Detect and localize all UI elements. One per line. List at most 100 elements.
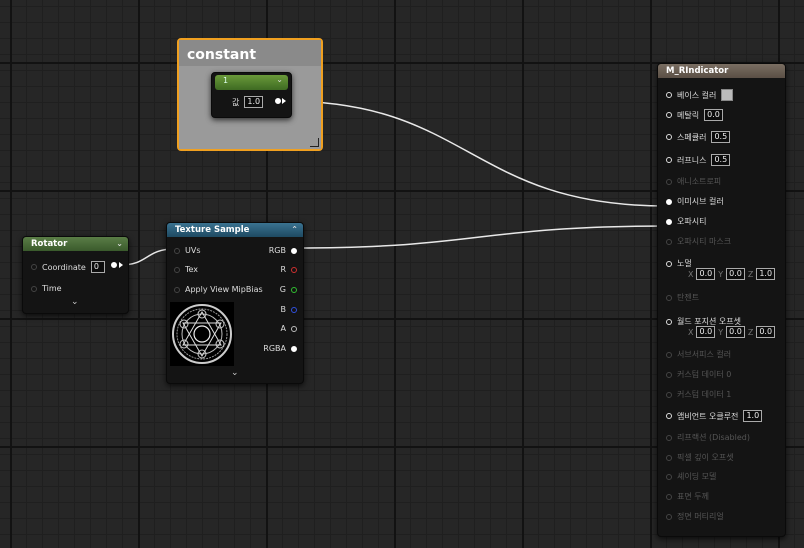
material-pin-label: 베이스 컬러 [677, 90, 717, 100]
material-pin-label: 메탈릭 [677, 110, 700, 120]
rgba-output-pin[interactable] [291, 345, 297, 352]
r-output-pin[interactable] [291, 266, 297, 273]
material-input-pin[interactable] [666, 260, 672, 267]
constant-node[interactable]: 1 ⌄ 값 1.0 [211, 72, 292, 118]
time-input-pin[interactable] [31, 285, 37, 292]
material-input-pin[interactable] [666, 513, 672, 520]
magic-circle-icon [172, 304, 232, 364]
g-output-pin[interactable] [291, 286, 297, 293]
vector-component-field[interactable]: 0.0 [696, 326, 716, 338]
material-result-title: M_RIndicator [666, 66, 729, 76]
material-pin-label: 이미시브 컬러 [677, 197, 724, 206]
material-pin-label: 스페큘러 [677, 132, 707, 142]
vector-component-field[interactable]: 0.0 [726, 268, 745, 280]
material-pin-row[interactable]: 커스텀 데이터 0 [666, 369, 731, 380]
comment-resize-handle[interactable] [310, 138, 319, 147]
material-pin-row[interactable]: 정면 머티리얼 [666, 511, 724, 522]
material-input-pin[interactable] [666, 391, 672, 398]
vector-component-field[interactable]: 0.0 [696, 268, 716, 280]
constant-value-field[interactable]: 1.0 [244, 96, 264, 108]
material-pin-value-field[interactable]: 0.0 [704, 109, 723, 121]
uvs-input-pin[interactable] [174, 247, 180, 254]
comment-title[interactable]: constant [179, 40, 321, 66]
material-pin-row[interactable]: 리프랙션 (Disabled) [666, 432, 750, 443]
material-input-pin[interactable] [666, 493, 672, 500]
material-pin-row[interactable]: 표면 두께 [666, 491, 709, 502]
material-input-pin[interactable] [666, 318, 672, 325]
chevron-down-icon[interactable]: ⌄ [116, 237, 123, 251]
rotator-output-pin[interactable] [111, 262, 117, 268]
material-input-pin[interactable] [666, 294, 672, 301]
base-color-swatch[interactable] [721, 89, 734, 101]
material-input-pin[interactable] [666, 454, 672, 461]
material-pin-value-field[interactable]: 0.5 [711, 131, 731, 143]
wire-texture-to-opacity[interactable] [295, 225, 667, 249]
rotator-expand-button[interactable]: ⌄ [71, 297, 79, 307]
texture-sample-node[interactable]: Texture Sample ⌃ UVs Tex Apply View MipB… [166, 222, 304, 384]
material-pin-value-field[interactable]: 0.5 [711, 154, 731, 166]
material-pin-row[interactable]: 스페큘러 0.5 [666, 131, 731, 143]
coordinate-value-field[interactable]: 0 [90, 261, 105, 273]
axis-label: Z [747, 269, 754, 279]
vector-component-field[interactable]: 0.0 [756, 326, 776, 338]
material-pin-label: 셰이딩 모델 [677, 472, 717, 481]
chevron-up-icon[interactable]: ⌃ [291, 223, 298, 237]
material-input-pin[interactable] [666, 218, 672, 225]
material-pin-row[interactable]: 베이스 컬러 [666, 89, 734, 101]
a-output-pin[interactable] [291, 325, 297, 332]
material-input-pin[interactable] [666, 178, 672, 185]
material-result-header[interactable]: M_RIndicator [658, 64, 785, 78]
axis-label: Y [718, 327, 724, 337]
material-input-pin[interactable] [666, 473, 672, 480]
material-input-pin[interactable] [666, 238, 672, 245]
vector-component-field[interactable]: 0.0 [726, 326, 745, 338]
material-input-pin[interactable] [666, 198, 672, 205]
r-output-label: R [280, 265, 286, 274]
material-pin-row[interactable]: 커스텀 데이터 1 [666, 389, 731, 400]
constant-input-label: 값 [232, 97, 240, 107]
material-pin-row[interactable]: 오파시티 마스크 [666, 236, 731, 247]
coordinate-input-pin[interactable] [31, 264, 37, 270]
material-input-pin[interactable] [666, 157, 672, 163]
material-pin-label: 오파시티 [677, 217, 707, 226]
material-input-pin[interactable] [666, 112, 672, 118]
texture-sample-header[interactable]: Texture Sample ⌃ [167, 223, 303, 237]
axis-label: X [688, 269, 694, 279]
wire-constant-to-emissive[interactable] [283, 100, 667, 207]
mipbias-input-pin[interactable] [174, 286, 180, 293]
material-pin-label: 픽셀 깊이 오프셋 [677, 453, 734, 462]
chevron-down-icon[interactable]: ⌄ [276, 75, 283, 84]
b-output-label: B [280, 305, 287, 314]
constant-output-pin[interactable] [275, 98, 281, 104]
texture-preview-thumbnail[interactable] [170, 302, 234, 366]
material-input-pin[interactable] [666, 413, 672, 419]
tex-input-pin[interactable] [174, 266, 180, 273]
material-pin-row[interactable]: 오파시티 [666, 216, 706, 227]
material-pin-row[interactable]: 픽셀 깊이 오프셋 [666, 452, 734, 463]
vector-component-field[interactable]: 1.0 [756, 268, 776, 280]
vector-input-row: X 0.0 Y 0.0 Z 1.0 [688, 268, 776, 280]
constant-header[interactable]: 1 ⌄ [215, 75, 288, 90]
texture-expand-button[interactable]: ⌄ [231, 368, 239, 378]
material-input-pin[interactable] [666, 371, 672, 378]
rotator-node[interactable]: Rotator ⌄ Coordinate 0 Time ⌄ [22, 236, 129, 314]
output-arrow-icon [282, 98, 286, 104]
material-pin-row[interactable]: 이미시브 컬러 [666, 196, 724, 207]
material-pin-row[interactable]: 셰이딩 모델 [666, 471, 716, 482]
material-pin-label: 표면 두께 [677, 492, 709, 501]
material-result-node[interactable]: M_RIndicator 베이스 컬러 메탈릭 0.0 스페큘러 0.5 러프니스 0.5 애… [657, 63, 786, 537]
rgb-output-pin[interactable] [291, 247, 297, 254]
material-pin-value-field[interactable]: 1.0 [743, 410, 763, 422]
material-pin-row[interactable]: 서브서피스 컬러 [666, 349, 731, 360]
material-input-pin[interactable] [666, 434, 672, 441]
material-input-pin[interactable] [666, 92, 672, 98]
material-pin-row[interactable]: 메탈릭 0.0 [666, 109, 723, 121]
material-pin-row[interactable]: 러프니스 0.5 [666, 154, 731, 166]
material-pin-row[interactable]: 탄젠트 [666, 292, 699, 303]
rotator-header[interactable]: Rotator ⌄ [23, 237, 128, 251]
material-pin-row[interactable]: 애니소트로피 [666, 176, 721, 187]
material-pin-row[interactable]: 앰비언트 오클루전 1.0 [666, 410, 763, 422]
b-output-pin[interactable] [291, 306, 297, 313]
material-input-pin[interactable] [666, 351, 672, 358]
material-input-pin[interactable] [666, 134, 672, 140]
